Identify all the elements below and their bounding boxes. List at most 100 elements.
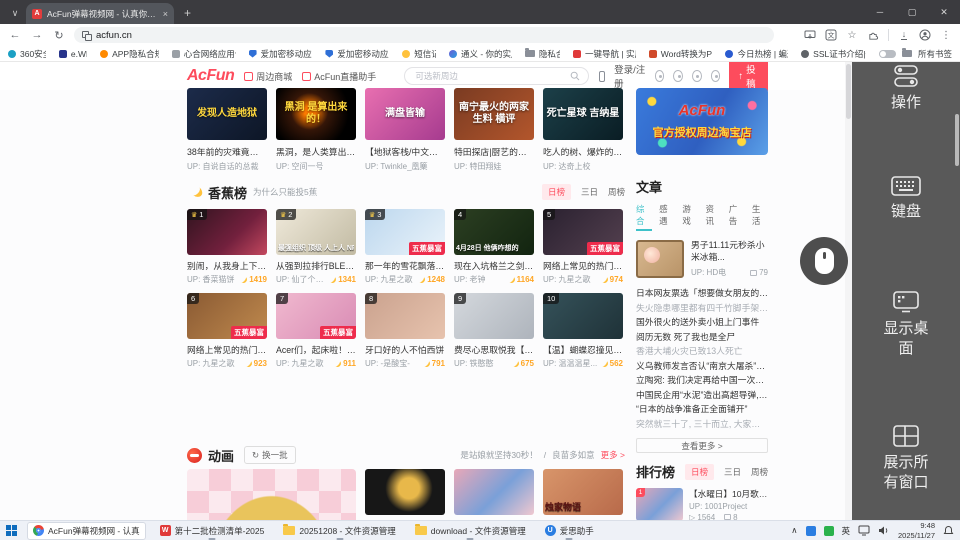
tray-expand-icon[interactable]: ∧ bbox=[791, 525, 797, 536]
video-card[interactable]: 8 牙口好的人不怕西饼 UP: -是酸宝- 791 bbox=[365, 293, 445, 369]
extensions-icon[interactable] bbox=[867, 29, 879, 41]
video-card[interactable]: 【水曜日】10月歌回录像合辑 ▷ 15643 bbox=[454, 469, 534, 520]
banner-card[interactable]: 满盘皆输 【地狱客栈/中文填词】满盘皆... UP: Twinkle_凰篥 bbox=[365, 88, 445, 172]
anime-link[interactable]: 良苗多如意 bbox=[552, 449, 595, 461]
tab-daily[interactable]: 日榜 bbox=[541, 184, 571, 200]
featured-article[interactable]: 男子11.11元秒杀小米冰箱... UP: HD电 79 bbox=[636, 240, 768, 278]
banner-card[interactable]: 黑洞 是算出来的！ 黑洞，是人类算出来的? 太... UP: 空间一号 bbox=[276, 88, 356, 172]
bookmark-item[interactable]: Word转换为PDF -... bbox=[648, 48, 712, 60]
refresh-icon[interactable]: ↻ bbox=[52, 29, 66, 42]
taskbar-app-explorer[interactable]: download - 文件资源管理 bbox=[410, 523, 531, 540]
anime-title[interactable]: 动画 bbox=[208, 446, 234, 465]
live-helper-link[interactable]: AcFun直播助手 bbox=[302, 70, 376, 83]
location-icon[interactable] bbox=[710, 70, 721, 82]
speaker-icon[interactable] bbox=[878, 525, 890, 536]
translate-icon[interactable]: 文 bbox=[825, 29, 837, 41]
bookmark-item[interactable]: 360安全云 bbox=[8, 48, 46, 60]
banana-subtitle[interactable]: 为什么只能投5蕉 bbox=[253, 186, 317, 198]
mall-link[interactable]: 周边商城 bbox=[244, 70, 292, 83]
history-icon[interactable] bbox=[673, 70, 683, 82]
bookmark-item[interactable]: e.WEB bbox=[58, 49, 87, 59]
article-item[interactable]: 中国民企用“水泥”造出高超导弹, 射程覆盖日本... bbox=[636, 388, 768, 403]
taskbar-app-chrome[interactable]: AcFun弹幕视频网 - 认真 bbox=[27, 521, 146, 540]
article-tab[interactable]: 生活 bbox=[752, 203, 768, 231]
bookmark-item[interactable]: SSL证书介绍|部署... bbox=[801, 48, 866, 60]
network-icon[interactable] bbox=[858, 525, 870, 536]
video-thumbnail[interactable]: 5 五蕉暴富 bbox=[543, 209, 623, 255]
video-card[interactable]: ♛2最强组织 顶级 人上人 NPC 从强到拉排行BLEACH五大组 UP: 仙了… bbox=[276, 209, 356, 285]
video-card[interactable]: 44月28日 他俩咋想的 现在入坑格兰之剑还来得及 UP: 老钟1164 bbox=[454, 209, 534, 285]
menu-dots-icon[interactable]: ⋮ bbox=[940, 29, 952, 41]
banner-thumbnail[interactable]: 满盘皆输 bbox=[365, 88, 445, 140]
taskbar-app-explorer[interactable]: 20251208 - 文件资源管理 bbox=[278, 523, 400, 540]
video-card[interactable]: 6五蕉暴富 网络上常见的热门短视频串烧 UP: 九星之歌923 bbox=[187, 293, 267, 369]
banner-card[interactable]: 发现人造地狱 38年前的灾难竟是一场“人造... UP: 自说自话的总裁 bbox=[187, 88, 267, 172]
video-card[interactable]: 7五蕉暴富 Acer们，起床啦！！！欢乐八 UP: 九星之歌911 bbox=[276, 293, 356, 369]
article-item[interactable]: 义乌教师发言否认“南京大屠杀”被停职, 移民日... bbox=[636, 359, 768, 374]
download-icon[interactable]: ↓ bbox=[898, 29, 910, 41]
search-icon[interactable] bbox=[570, 71, 580, 81]
article-tab[interactable]: 感遇 bbox=[659, 203, 675, 231]
tab-weekly[interactable]: 周榜 bbox=[608, 186, 625, 198]
mouse-pointer-indicator[interactable] bbox=[800, 237, 848, 285]
new-tab-button[interactable]: + bbox=[184, 6, 191, 20]
video-thumbnail[interactable]: 9 bbox=[454, 293, 534, 339]
article-item[interactable]: 日本网友票选「想要做女朋友的角色 2025 ;Bes... bbox=[636, 286, 768, 301]
video-thumbnail[interactable]: ♛ 2 最强组织 顶级 人上人 NPC bbox=[276, 209, 356, 255]
bookmark-star-icon[interactable]: ☆ bbox=[846, 29, 858, 41]
tab-threeday[interactable]: 三日 bbox=[581, 186, 598, 198]
article-tab[interactable]: 综合 bbox=[636, 203, 653, 231]
article-item[interactable]: 立陶宛: 我们决定再给中国一次机会, 望中方... bbox=[636, 373, 768, 388]
article-item[interactable]: “日本的战争准备正全面铺开” bbox=[636, 402, 768, 417]
view-more-button[interactable]: 查看更多 > bbox=[636, 438, 768, 453]
banner-card[interactable]: 死亡星球 吉纳星 吃人的树、爆炸的花、死亡... UP: 达奇上校 bbox=[543, 88, 623, 172]
site-info-icon[interactable] bbox=[82, 31, 92, 41]
tab-close-icon[interactable]: × bbox=[163, 9, 168, 19]
search-box[interactable] bbox=[404, 67, 590, 85]
minimize-button[interactable]: ─ bbox=[864, 0, 896, 24]
video-card[interactable]: 10 【温】蝴蝶忍撞见童磨就这样！ UP: 温温温星...562 bbox=[543, 293, 623, 369]
bookmarks-toggle[interactable] bbox=[878, 49, 896, 58]
article-item[interactable]: 阅历无数 死了我也是全尸 bbox=[636, 330, 768, 345]
tray-app-icon[interactable] bbox=[823, 525, 834, 536]
sidebar-scrollbar-thumb[interactable] bbox=[955, 114, 959, 166]
anime-featured-thumbnail[interactable] bbox=[187, 469, 356, 520]
article-item[interactable]: 失火隐患哪里都有四千竹脚手架工反而更重要! bbox=[636, 301, 768, 316]
video-thumbnail[interactable]: 烛家物语 bbox=[543, 469, 623, 515]
video-card[interactable]: ♛3五蕉暴富 那一年的雪花飘落！★手机壁 UP: 九星之歌1248 bbox=[365, 209, 445, 285]
clock[interactable]: 9:48 2025/11/27 bbox=[898, 521, 935, 540]
sidebar-item-show-all-windows[interactable]: 展示所有窗口 bbox=[852, 424, 960, 494]
video-card[interactable]: ♛ 1 别闹，从我身上下来！ UP: 香菜猫饼 1419 bbox=[187, 209, 267, 285]
bookmark-item[interactable]: 通义 - 你的实用AI... bbox=[449, 48, 512, 60]
bookmark-item[interactable]: APP隐私合规检测 bbox=[100, 48, 159, 60]
browser-tab[interactable]: A AcFun弹幕视频网 - 认真你就... × bbox=[26, 3, 174, 24]
tab-threeday[interactable]: 三日 bbox=[724, 466, 741, 478]
favorites-icon[interactable] bbox=[691, 70, 702, 82]
article-tab[interactable]: 游戏 bbox=[682, 203, 698, 231]
profile-icon[interactable] bbox=[919, 29, 931, 41]
maximize-button[interactable]: ▢ bbox=[896, 0, 928, 24]
banner-thumbnail[interactable]: 发现人造地狱 bbox=[187, 88, 267, 140]
ranking-item[interactable]: 1 【水曜日】10月歌回录像合辑 UP: 1001Project ▷ 15648 bbox=[636, 488, 768, 520]
tab-daily[interactable]: 日榜 bbox=[684, 463, 714, 480]
send-to-device-icon[interactable] bbox=[804, 29, 816, 41]
anime-link[interactable]: 是站娘就坚持30秒！ bbox=[460, 449, 537, 461]
close-button[interactable]: ✕ bbox=[928, 0, 960, 24]
tab-weekly[interactable]: 周榜 bbox=[751, 466, 768, 478]
sidebar-item-show-desktop[interactable]: 显示桌面 bbox=[852, 290, 960, 360]
video-thumbnail[interactable]: 10 bbox=[543, 293, 623, 339]
video-card[interactable]: 9 费尽心思取悦我【今天有什么 UP: 铁憨憨675 bbox=[454, 293, 534, 369]
article-tab[interactable]: 资讯 bbox=[706, 203, 722, 231]
url-bar[interactable]: acfun.cn bbox=[74, 27, 774, 43]
message-icon[interactable] bbox=[654, 70, 665, 82]
video-thumbnail[interactable] bbox=[365, 469, 445, 515]
bookmark-item[interactable]: 心合网络应用合规... bbox=[171, 48, 236, 60]
tab-search-chevron-icon[interactable]: ∨ bbox=[8, 6, 22, 20]
video-card[interactable]: 告别 ▷ 3560 bbox=[365, 469, 445, 520]
bookmark-item[interactable]: 今日热榜 | 蝙达京... bbox=[725, 48, 788, 60]
forward-icon[interactable]: → bbox=[30, 29, 44, 41]
video-thumbnail[interactable]: ♛ 3 五蕉暴富 bbox=[365, 209, 445, 255]
more-link[interactable]: 更多 > bbox=[601, 449, 625, 461]
notification-bell-icon[interactable] bbox=[943, 525, 954, 536]
banner-card[interactable]: 南宁最火的两家生料 横评 特田探店|厨艺的影响到底有... UP: 特田翔娃 bbox=[454, 88, 534, 172]
